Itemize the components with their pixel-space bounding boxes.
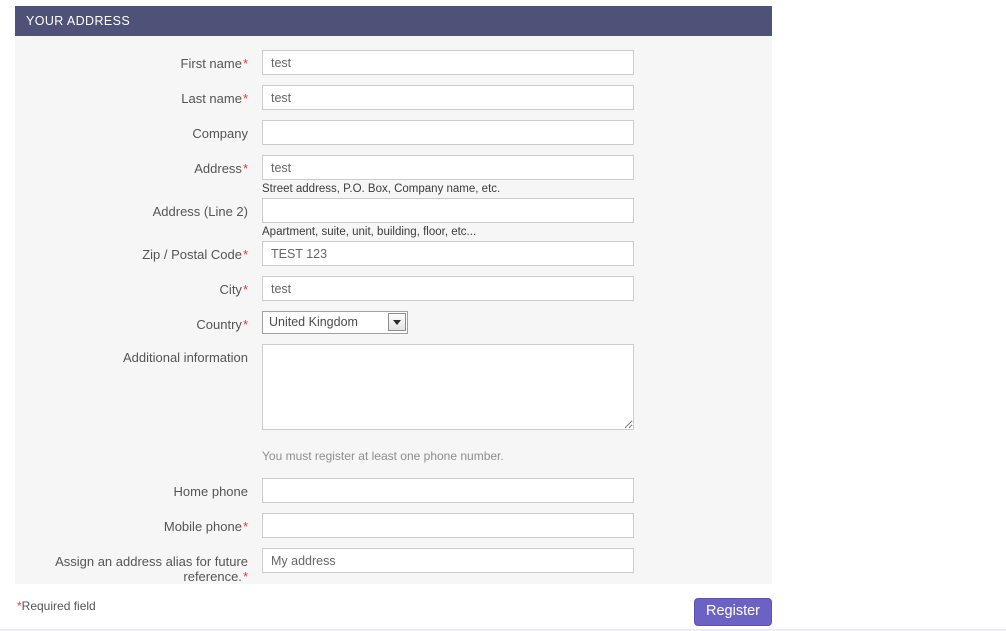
address-input[interactable] <box>262 155 634 180</box>
control-address: Street address, P.O. Box, Company name, … <box>262 155 634 196</box>
control-country: United Kingdom <box>262 311 634 334</box>
label-additional-information: Additional information <box>15 344 262 365</box>
required-field-text: Required field <box>21 599 96 613</box>
required-asterisk: * <box>242 161 248 176</box>
control-mobile-phone <box>262 513 634 538</box>
label-text-address-line2: Address (Line 2) <box>152 204 248 219</box>
zip-postal-code-input[interactable] <box>262 241 634 266</box>
control-zip <box>262 241 634 266</box>
required-asterisk: * <box>242 569 248 584</box>
control-home-phone <box>262 478 634 503</box>
control-additional-information <box>262 344 634 430</box>
phone-requirement-note: You must register at least one phone num… <box>262 449 504 463</box>
panel-title: YOUR ADDRESS <box>15 6 772 36</box>
required-asterisk: * <box>242 282 248 297</box>
country-select[interactable]: United Kingdom <box>262 311 408 334</box>
address-line2-help-text: Apartment, suite, unit, building, floor,… <box>262 226 477 238</box>
form-row-country: Country* United Kingdom <box>15 311 772 334</box>
label-country: Country* <box>15 311 262 332</box>
form-row-zip: Zip / Postal Code* <box>15 241 772 266</box>
form-row-last-name: Last name* <box>15 85 772 110</box>
label-city: City* <box>15 276 262 297</box>
address-alias-input[interactable] <box>262 548 634 573</box>
form-row-additional-information: Additional information <box>15 344 772 430</box>
label-first-name: First name* <box>15 50 262 71</box>
label-text-city: City <box>219 282 242 297</box>
address-form: First name* Last name* Company <box>15 36 772 612</box>
required-asterisk: * <box>242 91 248 106</box>
required-asterisk: * <box>242 519 248 534</box>
label-text-zip: Zip / Postal Code <box>142 247 242 262</box>
control-address-alias <box>262 548 634 573</box>
control-company <box>262 120 634 145</box>
mobile-phone-input[interactable] <box>262 513 634 538</box>
your-address-panel: YOUR ADDRESS First name* Last name* Comp… <box>15 6 772 612</box>
register-button[interactable]: Register <box>694 598 772 626</box>
label-company: Company <box>15 120 262 141</box>
label-text-last-name: Last name <box>181 91 242 106</box>
label-text-home-phone: Home phone <box>173 484 248 499</box>
additional-information-textarea[interactable] <box>262 344 634 430</box>
form-row-address-line2: Address (Line 2) Apartment, suite, unit,… <box>15 198 772 239</box>
required-field-note: *Required field <box>17 599 96 613</box>
first-name-input[interactable] <box>262 50 634 75</box>
form-row-home-phone: Home phone <box>15 478 772 503</box>
label-address-line2: Address (Line 2) <box>15 198 262 219</box>
label-address-alias: Assign an address alias for future refer… <box>15 548 262 584</box>
required-asterisk: * <box>242 247 248 262</box>
label-text-company: Company <box>192 126 248 141</box>
label-address: Address* <box>15 155 262 176</box>
label-text-first-name: First name <box>180 56 242 71</box>
control-address-line2: Apartment, suite, unit, building, floor,… <box>262 198 634 239</box>
form-row-address-alias: Assign an address alias for future refer… <box>15 548 772 584</box>
label-text-additional-information: Additional information <box>122 350 248 365</box>
form-row-first-name: First name* <box>15 50 772 75</box>
address-line2-input[interactable] <box>262 198 634 223</box>
control-last-name <box>262 85 634 110</box>
label-text-address: Address <box>194 161 242 176</box>
label-text-mobile-phone: Mobile phone <box>163 519 242 534</box>
form-row-phone-note: You must register at least one phone num… <box>15 448 772 464</box>
address-help-text: Street address, P.O. Box, Company name, … <box>262 183 501 195</box>
control-first-name <box>262 50 634 75</box>
label-text-address-alias: Assign an address alias for future refer… <box>55 554 248 584</box>
form-row-city: City* <box>15 276 772 301</box>
required-asterisk: * <box>242 56 248 71</box>
label-last-name: Last name* <box>15 85 262 106</box>
form-footer: *Required field Register <box>15 584 772 628</box>
form-row-company: Company <box>15 120 772 145</box>
form-row-mobile-phone: Mobile phone* <box>15 513 772 538</box>
label-mobile-phone: Mobile phone* <box>15 513 262 534</box>
page-root: YOUR ADDRESS First name* Last name* Comp… <box>0 0 1006 631</box>
company-input[interactable] <box>262 120 634 145</box>
required-asterisk: * <box>242 317 248 332</box>
city-input[interactable] <box>262 276 634 301</box>
control-city <box>262 276 634 301</box>
label-home-phone: Home phone <box>15 478 262 499</box>
form-row-address: Address* Street address, P.O. Box, Compa… <box>15 155 772 196</box>
home-phone-input[interactable] <box>262 478 634 503</box>
control-phone-note: You must register at least one phone num… <box>262 448 634 464</box>
last-name-input[interactable] <box>262 85 634 110</box>
label-zip: Zip / Postal Code* <box>15 241 262 262</box>
label-phone-note-spacer <box>15 448 262 454</box>
label-text-country: Country <box>196 317 242 332</box>
country-select-wrap[interactable]: United Kingdom <box>262 311 408 334</box>
